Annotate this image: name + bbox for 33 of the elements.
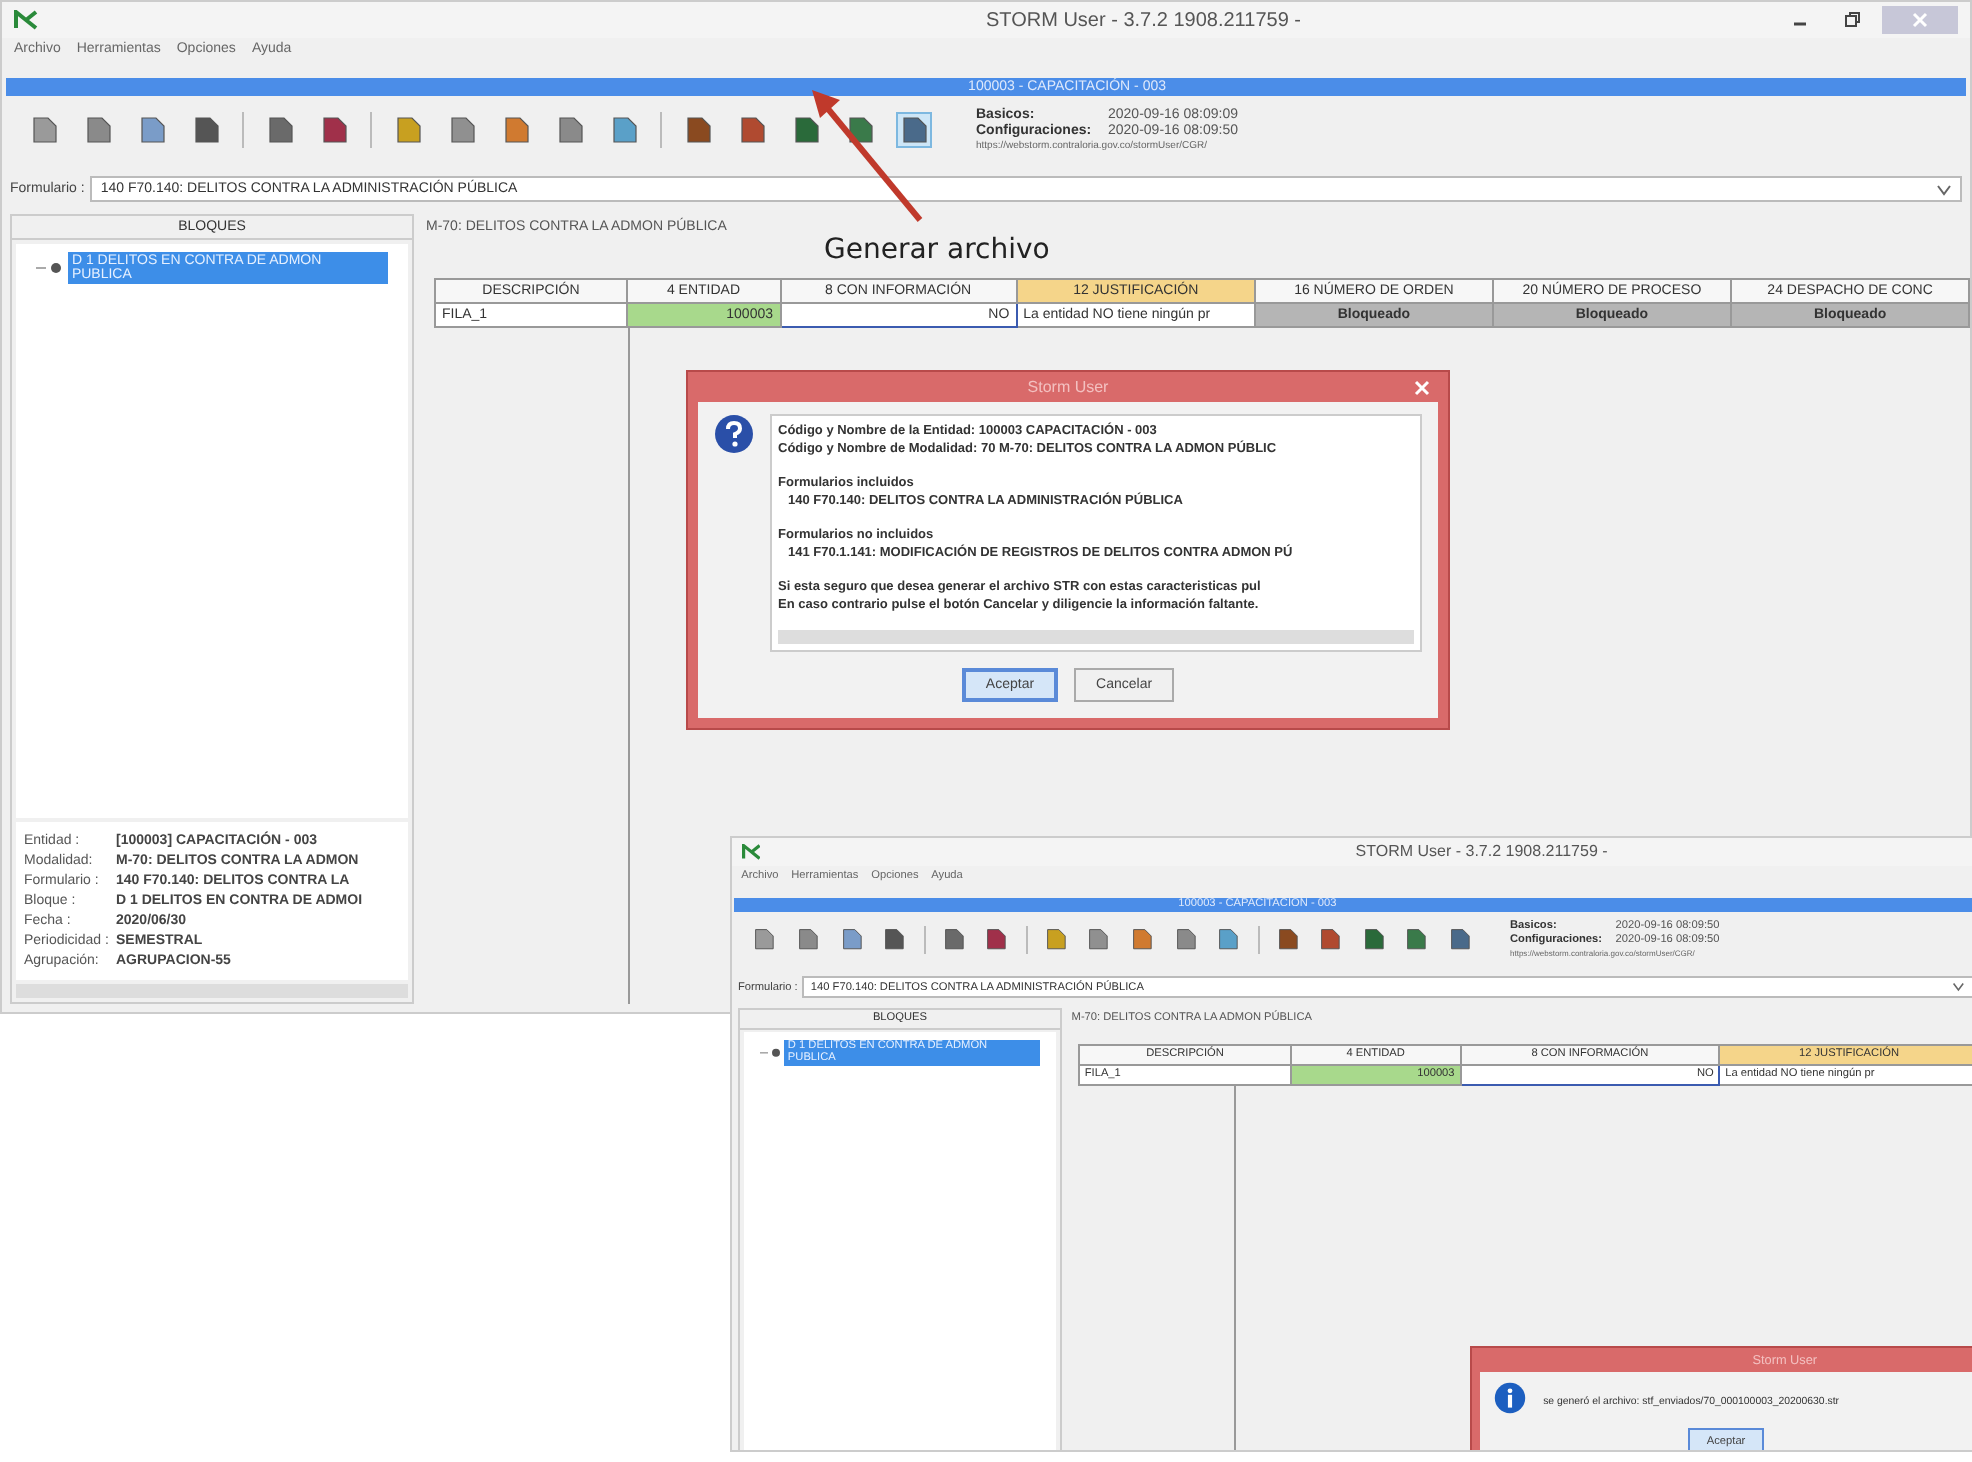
app-logo-icon xyxy=(741,843,761,860)
dropdown-caret-icon xyxy=(1952,982,1965,992)
toolbar-button[interactable] xyxy=(896,112,932,148)
toolbar-button[interactable] xyxy=(1127,925,1157,954)
close-icon xyxy=(1912,12,1928,28)
restore-icon xyxy=(1844,12,1860,28)
app-logo-icon xyxy=(14,10,38,30)
tree-node-icon xyxy=(759,1048,782,1058)
scrollbar[interactable] xyxy=(778,630,1414,644)
toolbar-button[interactable] xyxy=(750,925,780,954)
window-title: STORM User - 3.7.2 1908.211759 - xyxy=(1355,842,1608,861)
toolbar-button[interactable] xyxy=(1041,925,1071,954)
question-icon xyxy=(714,414,754,454)
toolbar-button[interactable] xyxy=(793,925,823,954)
toolbar-button[interactable] xyxy=(1446,925,1475,954)
toolbar-button[interactable] xyxy=(1171,925,1200,954)
window-title: STORM User - 3.7.2 1908.211759 - xyxy=(986,9,1301,31)
toolbar-button[interactable] xyxy=(1359,925,1389,954)
toolbar-button[interactable] xyxy=(939,925,969,954)
toolbar-button[interactable] xyxy=(1402,925,1432,954)
toolbar-button[interactable] xyxy=(837,925,866,954)
toolbar-button[interactable] xyxy=(1214,925,1244,954)
toolbar-button[interactable] xyxy=(1084,925,1114,954)
tree-node-icon xyxy=(36,262,64,274)
close-icon[interactable] xyxy=(1414,379,1430,395)
toolbar-button[interactable] xyxy=(982,925,1012,954)
info-icon xyxy=(1493,1382,1526,1415)
toolbar-button[interactable] xyxy=(880,925,910,954)
annotation-arrow xyxy=(808,88,928,224)
dialog-title: Storm User xyxy=(1027,378,1109,396)
dropdown-caret-icon xyxy=(1936,183,1952,195)
toolbar-button[interactable] xyxy=(1316,925,1346,954)
toolbar-button[interactable] xyxy=(1273,925,1303,954)
